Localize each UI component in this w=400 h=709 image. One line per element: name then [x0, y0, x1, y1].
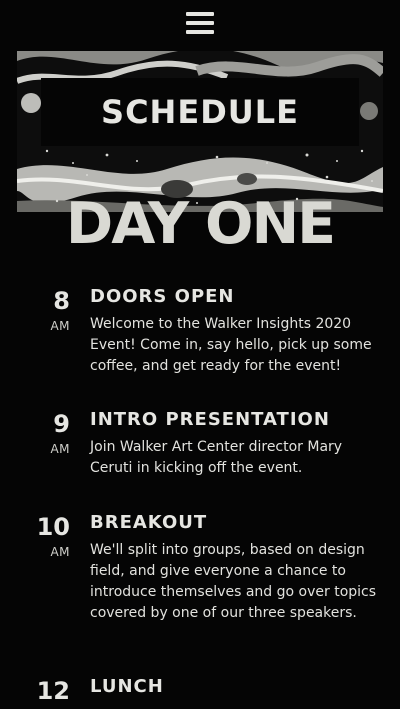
event-time: 8 AM [20, 287, 70, 333]
menu-bar [186, 21, 214, 25]
event-time: 9 AM [20, 410, 70, 456]
event-description: Welcome to the Walker Insights 2020 Even… [90, 316, 372, 374]
event-content: INTRO PRESENTATION Join Walker Art Cente… [90, 408, 380, 479]
event-period: AM [50, 442, 70, 456]
event-time: 12 [20, 677, 70, 709]
event-title: BREAKOUT [90, 512, 208, 533]
event-hour: 8 [53, 287, 70, 315]
schedule-title-box: SCHEDULE [41, 78, 359, 146]
event-title: DOORS OPEN [90, 286, 235, 307]
event-content: DOORS OPEN Welcome to the Walker Insight… [90, 285, 380, 377]
event-title: LUNCH [90, 676, 164, 697]
menu-bar [186, 30, 214, 34]
hamburger-menu-icon[interactable] [186, 12, 214, 34]
event-hour: 9 [53, 410, 70, 438]
event-hour: 12 [36, 677, 70, 705]
event-description: We'll split into groups, based on design… [90, 542, 377, 621]
schedule-title: SCHEDULE [101, 93, 299, 131]
event-content: BREAKOUT We'll split into groups, based … [90, 511, 380, 624]
event-time: 10 AM [20, 513, 70, 559]
menu-bar [186, 12, 214, 16]
day-title: DAY ONE [65, 191, 336, 257]
event-period: AM [50, 319, 70, 333]
event-period: AM [50, 545, 70, 559]
event-description: Join Walker Art Center director Mary Cer… [90, 439, 343, 476]
event-title: INTRO PRESENTATION [90, 409, 330, 430]
event-hour: 10 [36, 513, 70, 541]
